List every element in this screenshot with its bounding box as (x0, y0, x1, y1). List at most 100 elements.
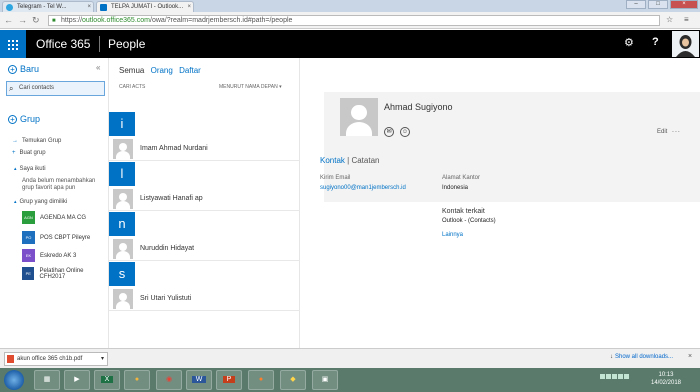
minimize-button[interactable]: – (626, 0, 646, 9)
clock[interactable]: 10:13 14/02/2018 (640, 371, 692, 387)
download-item[interactable]: akun office 365 ch1b.pdf ▾ (4, 352, 108, 366)
sort-dropdown[interactable]: MENURUT NAMA DEPAN ▾ (219, 84, 282, 90)
app-icon: ● (134, 376, 140, 383)
brand-title[interactable]: Office 365 (36, 37, 90, 51)
group-item[interactable]: AGN AGENDA MA CG (22, 211, 86, 224)
email-value[interactable]: sugiyono00@man1jembersch.id (320, 185, 406, 191)
back-icon[interactable]: ← (4, 15, 13, 25)
edit-button[interactable]: Edit (657, 129, 667, 135)
pdf-icon (7, 355, 14, 363)
telegram-icon (6, 4, 13, 11)
app-icon: ◆ (290, 376, 296, 383)
show-all-downloads-link[interactable]: ↓ Show all downloads... (610, 354, 673, 360)
taskbar-media[interactable]: ▶ (64, 370, 90, 390)
chevron-down-icon: ▾ (279, 84, 282, 90)
taskbar-powerpoint[interactable]: P (216, 370, 242, 390)
search-input[interactable]: ⌕ Cari contacts (6, 81, 105, 96)
app-launcher-icon[interactable] (0, 30, 26, 58)
window-controls: – □ × (626, 0, 698, 10)
contact-row[interactable]: Listyawati Hanafi ap (109, 187, 300, 211)
letter-header: i (109, 112, 135, 136)
excel-icon: X (100, 376, 114, 383)
contact-name: Listyawati Hanafi ap (140, 195, 203, 202)
close-tab-icon[interactable]: × (187, 2, 191, 12)
chevron-down-icon[interactable]: ▾ (101, 353, 104, 365)
new-button[interactable]: + Baru (8, 64, 40, 75)
help-icon[interactable]: ? (652, 36, 659, 48)
system-tray[interactable] (600, 374, 634, 386)
tab-contact[interactable]: Kontak (320, 156, 345, 165)
folder-icon: ▦ (43, 376, 51, 383)
list-subheader-left[interactable]: CARI ACTS (119, 84, 145, 90)
taskbar-explorer[interactable]: ▦ (34, 370, 60, 390)
group-avatar: EK (22, 249, 35, 262)
forward-icon[interactable]: → (18, 15, 27, 25)
plus-icon: + (8, 65, 17, 75)
group-name: Pelatihan Online CFH2017 (39, 267, 84, 280)
gear-icon[interactable]: ⚙ (624, 36, 634, 49)
group-name: AGENDA MA CG (40, 214, 87, 221)
joined-groups-header[interactable]: ▴ Saya ikuti (14, 166, 46, 172)
lock-icon: ■ (52, 18, 56, 24)
reload-icon[interactable]: ↻ (32, 15, 40, 26)
create-group-label: Buat grup (19, 150, 46, 156)
contact-row[interactable]: Nuruddin Hidayat (109, 237, 300, 261)
no-favorites-hint: Anda belum menambahkan grup favorit apa … (22, 178, 96, 191)
menu-icon[interactable]: ≡ (684, 15, 689, 24)
url-path: /owa/?realm=madrjembersch.id#path=/peopl… (150, 17, 293, 24)
taskbar-firefox[interactable]: ● (248, 370, 274, 390)
url-field[interactable]: ■ https://outlook.office365.com/owa/?real… (48, 15, 660, 26)
contact-row[interactable]: Imam Ahmad Nurdani (109, 137, 300, 161)
group-header[interactable]: + Grup (8, 114, 40, 125)
discover-groups-link[interactable]: → Temukan Grup (12, 138, 61, 144)
group-avatar: PO (22, 231, 35, 244)
group-name: POS CBPT Pileyre (40, 234, 91, 241)
collapse-icon[interactable]: « (96, 63, 100, 72)
close-window-button[interactable]: × (670, 0, 698, 9)
office-label: Alamat Kantor (442, 175, 481, 181)
chat-icon[interactable]: ☺ (400, 127, 410, 137)
firefox-icon: ● (258, 376, 264, 383)
browser-tab-active[interactable]: TELPA JUMATI - Outlook... × (96, 1, 194, 12)
contact-full-name: Ahmad Sugiyono (384, 102, 453, 112)
browser-tab-title: Telegram - Tel W... (17, 4, 67, 10)
star-icon[interactable]: ☆ (666, 15, 673, 24)
more-options-icon[interactable]: ... (672, 127, 681, 134)
email-icon[interactable]: ✉ (384, 127, 394, 137)
filter-people[interactable]: Orang (151, 66, 173, 75)
app-icon: ▣ (321, 376, 329, 383)
contact-photo (113, 189, 133, 209)
url-scheme: https:// (61, 17, 83, 24)
taskbar-app[interactable]: ● (124, 370, 150, 390)
owned-groups-label: Grup yang dimiliki (19, 199, 68, 205)
group-name: Eskredo AK 3 (40, 252, 77, 259)
app-title[interactable]: People (108, 37, 145, 51)
outlook-icon (100, 4, 107, 11)
owned-groups-header[interactable]: ▴ Grup yang dimiliki (14, 199, 67, 205)
taskbar-chrome[interactable]: ◉ (156, 370, 182, 390)
filter-lists[interactable]: Daftar (179, 66, 201, 75)
taskbar-app2[interactable]: ◆ (280, 370, 306, 390)
browser-tab[interactable]: Telegram - Tel W... × (2, 1, 94, 12)
media-icon: ▶ (74, 376, 80, 383)
start-button[interactable] (4, 370, 24, 390)
group-item[interactable]: PO POS CBPT Pileyre (22, 231, 90, 244)
tab-notes[interactable]: Catatan (351, 156, 379, 165)
more-link[interactable]: Lainnya (442, 232, 463, 238)
new-label: Baru (20, 64, 40, 74)
close-download-bar-icon[interactable]: × (688, 353, 692, 360)
taskbar-app3[interactable]: ▣ (312, 370, 338, 390)
contact-list: Semua Orang Daftar CARI ACTS MENURUT NAM… (109, 58, 300, 348)
close-tab-icon[interactable]: × (87, 2, 91, 12)
avatar[interactable] (672, 31, 699, 57)
contact-row[interactable]: Sri Utari Yulistuti (109, 287, 300, 311)
filter-all[interactable]: Semua (119, 66, 144, 75)
maximize-button[interactable]: □ (648, 0, 668, 9)
download-file-name: akun office 365 ch1b.pdf (17, 356, 83, 362)
group-item[interactable]: EK Eskredo AK 3 (22, 249, 76, 262)
taskbar-excel[interactable]: X (94, 370, 120, 390)
taskbar-word[interactable]: W (186, 370, 212, 390)
create-group-link[interactable]: + Buat grup (12, 150, 46, 156)
group-item[interactable]: PE Pelatihan Online CFH2017 (22, 267, 108, 280)
header-divider (99, 36, 100, 52)
